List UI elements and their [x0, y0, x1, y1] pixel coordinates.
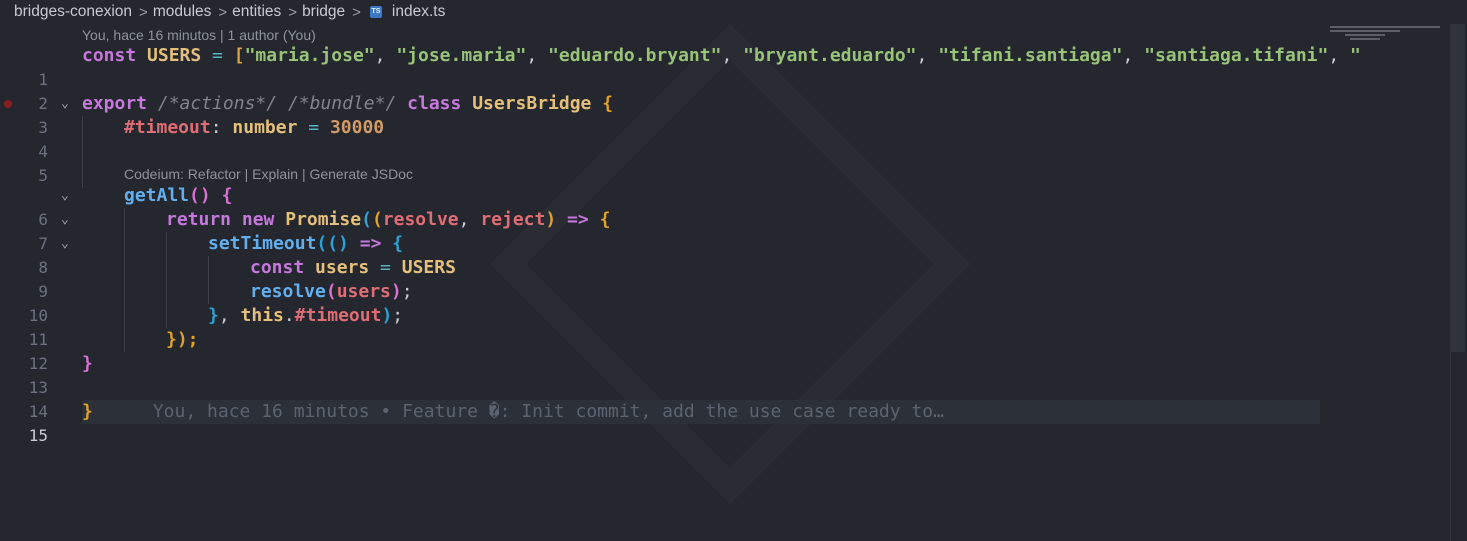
minimap[interactable] [1330, 24, 1450, 44]
code-line: 5 [0, 140, 1450, 185]
code-line: 8 ⌄ setTimeout(() => { [0, 232, 1450, 277]
indent-guide [166, 232, 167, 328]
indent-guide [82, 116, 83, 188]
code-line: 14 [0, 376, 1450, 421]
chevron-right-icon: > [139, 3, 148, 21]
fold-chevron-icon[interactable]: ⌄ [61, 232, 69, 256]
breadcrumb-item-entities[interactable]: entities [232, 3, 281, 21]
blame-codelens[interactable]: You, hace 16 minutos | 1 author (You) [82, 27, 316, 43]
code-line-active: 15 } You, hace 16 minutos • Feature �: In… [0, 400, 1450, 445]
code-line: 11 }, this.#timeout); [0, 304, 1450, 349]
inline-blame: You, hace 16 minutos • Feature �: Init c… [152, 401, 944, 422]
chevron-right-icon: > [288, 3, 298, 21]
fold-chevron-icon[interactable]: ⌄ [61, 184, 69, 208]
breadcrumb-item-modules[interactable]: modules [153, 3, 212, 21]
code-editor[interactable]: You, hace 16 minutos | 1 author (You) 1 … [0, 23, 1450, 541]
line-number: 15 [28, 426, 48, 445]
indent-guide [124, 208, 125, 352]
typescript-icon: TS [369, 6, 382, 18]
code-line: 2 [0, 68, 1450, 113]
fold-chevron-icon[interactable]: ⌄ [61, 208, 69, 232]
scrollbar-thumb[interactable] [1451, 24, 1465, 352]
codeium-codelens[interactable]: Codeium: Refactor | Explain | Generate J… [124, 166, 413, 182]
breadcrumb-item-project[interactable]: bridges-conexion [14, 3, 132, 21]
code-line: 1 const USERS = ["maria.jose", "jose.mar… [0, 44, 1450, 89]
breadcrumb-item-bridge[interactable]: bridge [302, 3, 345, 21]
fold-chevron-icon[interactable]: ⌄ [61, 92, 69, 116]
chevron-right-icon: > [218, 3, 228, 21]
code-line: 3 ⌄ export /*actions*/ /*bundle*/ class … [0, 92, 1450, 137]
breadcrumb-item-file[interactable]: index.ts [392, 3, 445, 21]
chevron-right-icon: > [352, 3, 361, 21]
breadcrumb: bridges-conexion > modules > entities > … [0, 0, 1467, 24]
code-line: 12 }); [0, 328, 1450, 373]
code-line: 13 } [0, 352, 1450, 397]
code-line: 9 const users = USERS [0, 256, 1450, 301]
code-line: 6 ⌄ getAll() { [0, 184, 1450, 229]
code-line: 7 ⌄ return new Promise((resolve, reject)… [0, 208, 1450, 253]
code-line: 4 #timeout: number = 30000 [0, 116, 1450, 161]
indent-guide [208, 256, 209, 304]
code-line: 10 resolve(users); [0, 280, 1450, 325]
